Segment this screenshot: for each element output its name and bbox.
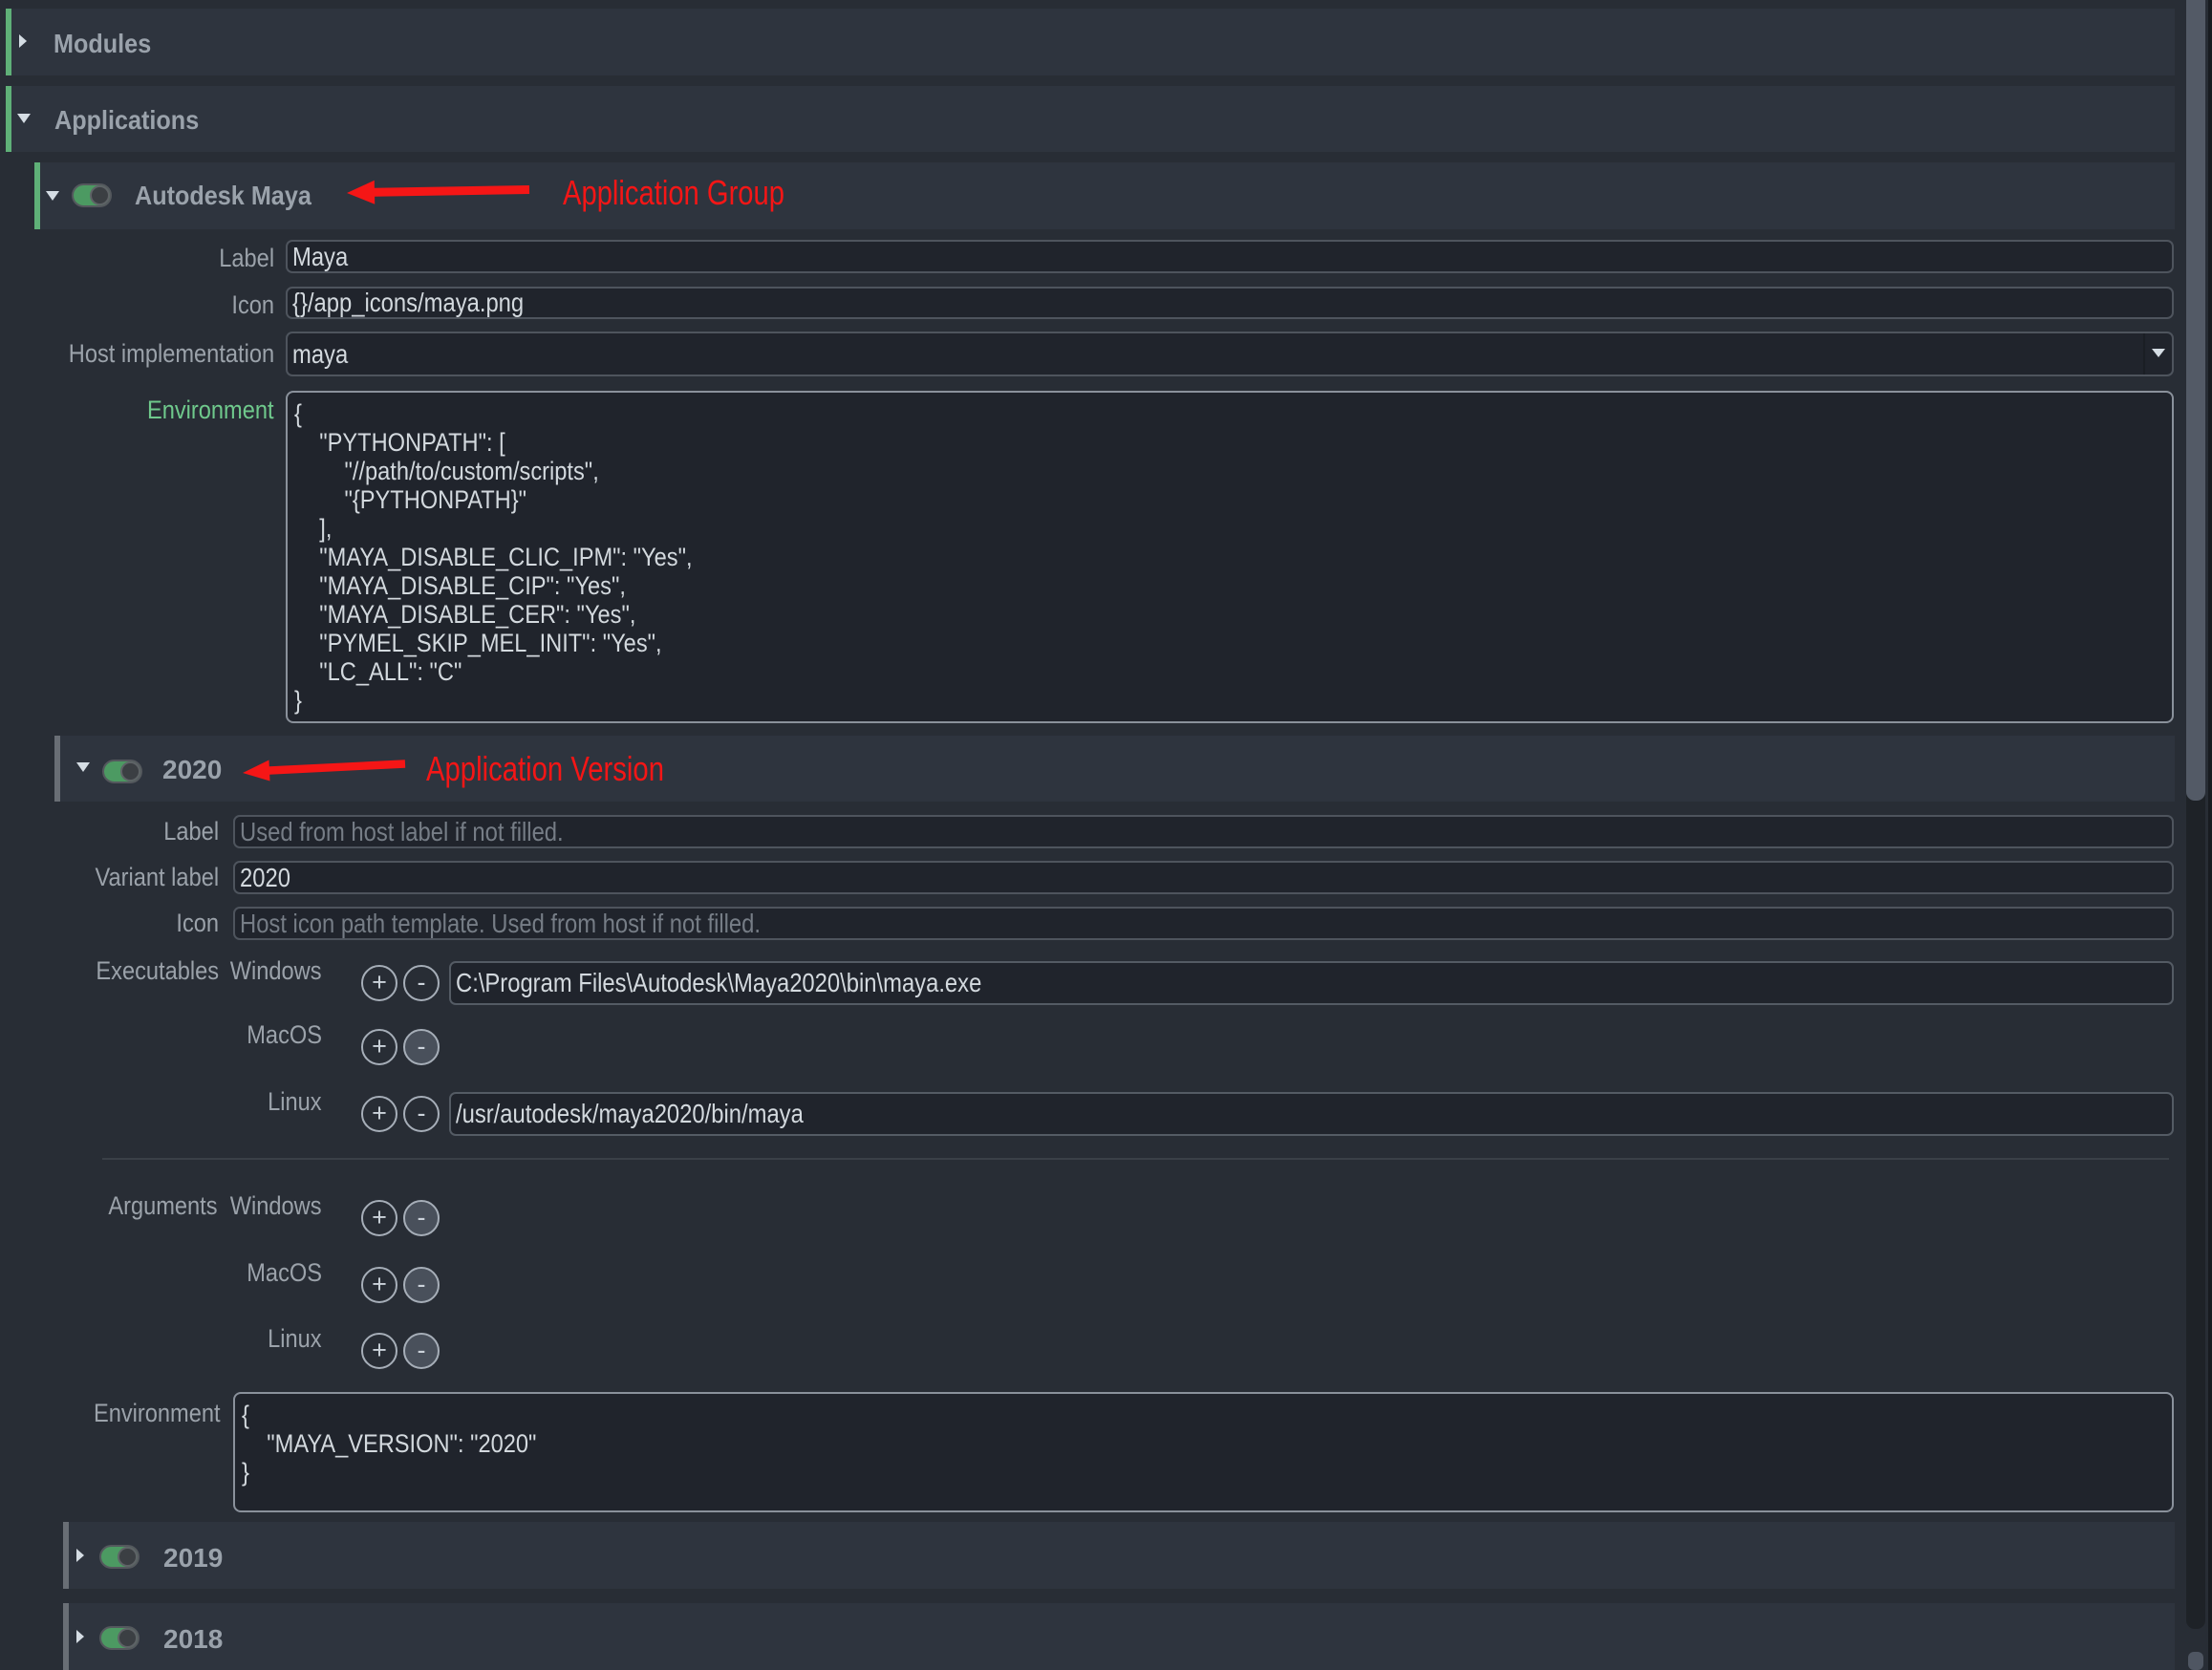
svg-text:Application Group: Application Group <box>563 173 784 212</box>
svg-text:Application Version: Application Version <box>426 749 664 788</box>
